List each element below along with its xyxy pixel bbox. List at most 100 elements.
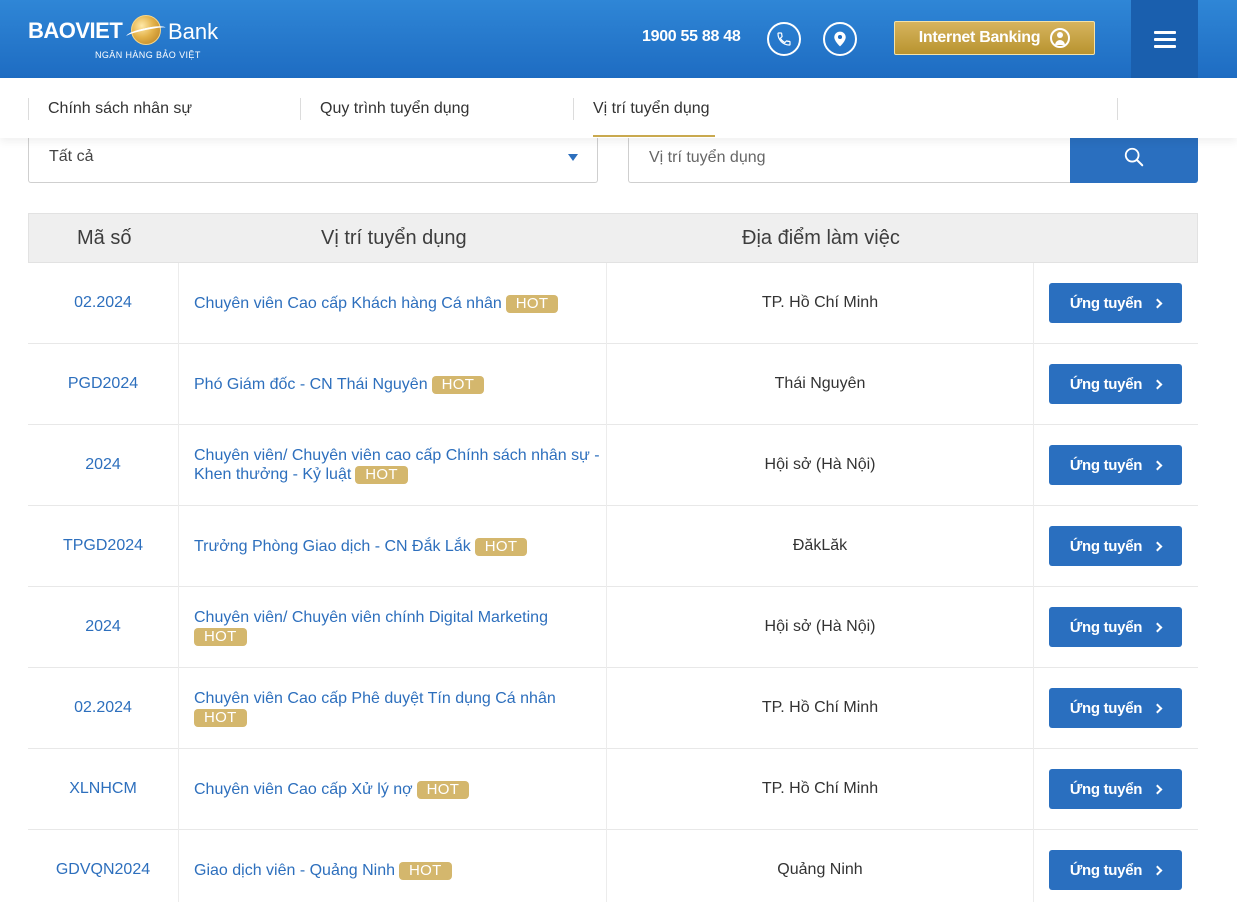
hot-badge: HOT — [416, 781, 470, 799]
location-pin-icon — [834, 31, 846, 47]
nav-divider — [573, 98, 574, 120]
category-select[interactable]: Tất cả — [28, 131, 598, 183]
position-code[interactable]: 02.2024 — [28, 294, 178, 312]
position-title-text: Chuyên viên Cao cấp Phê duyệt Tín dụng C… — [194, 690, 556, 707]
apply-button[interactable]: Ứng tuyển — [1049, 850, 1182, 890]
apply-button[interactable]: Ứng tuyển — [1049, 769, 1182, 809]
chevron-right-icon — [1152, 622, 1163, 633]
hotline-number[interactable]: 1900 55 88 48 — [642, 28, 741, 46]
menu-button[interactable] — [1131, 0, 1198, 78]
position-code[interactable]: 2024 — [28, 456, 178, 474]
column-header-code: Mã số — [77, 227, 132, 249]
hot-badge: HOT — [505, 295, 559, 313]
apply-button[interactable]: Ứng tuyển — [1049, 445, 1182, 485]
tab-recruitment-process[interactable]: Quy trình tuyển dụng — [320, 100, 469, 118]
position-code[interactable]: GDVQN2024 — [28, 861, 178, 879]
nav-divider — [28, 98, 29, 120]
column-divider — [178, 830, 179, 902]
site-header: BAOVIET Bank NGÂN HÀNG BẢO VIỆT 1900 55 … — [0, 0, 1237, 78]
category-select-value: Tất cả — [49, 148, 94, 165]
position-title-link[interactable]: Chuyên viên Cao cấp Xử lý nợ HOT — [194, 780, 604, 799]
active-tab-indicator — [593, 135, 715, 137]
apply-button[interactable]: Ứng tuyển — [1049, 526, 1182, 566]
apply-button-label: Ứng tuyển — [1069, 780, 1143, 798]
table-row: 02.2024 Chuyên viên Cao cấp Phê duyệt Tín… — [28, 668, 1198, 749]
apply-button[interactable]: Ứng tuyển — [1049, 364, 1182, 404]
search-input[interactable] — [649, 147, 1049, 169]
caret-down-icon — [568, 154, 578, 161]
position-code[interactable]: TPGD2024 — [28, 537, 178, 555]
work-location: Quảng Ninh — [777, 861, 863, 878]
apply-button-label: Ứng tuyển — [1069, 618, 1143, 636]
work-location: TP. Hồ Chí Minh — [761, 780, 879, 797]
chevron-right-icon — [1152, 298, 1163, 309]
hot-badge: HOT — [355, 466, 408, 484]
tab-open-positions[interactable]: Vị trí tuyển dụng — [593, 100, 710, 118]
position-title-text: Chuyên viên/ Chuyên viên chính Digital M… — [194, 609, 548, 626]
sub-navigation: Chính sách nhân sự Quy trình tuyển dụng … — [0, 78, 1237, 138]
positions-table: Mã số Vị trí tuyển dụng Địa điểm làm việ… — [28, 213, 1198, 902]
work-location: Thái Nguyên — [774, 375, 866, 392]
chevron-right-icon — [1152, 703, 1163, 714]
work-location: TP. Hồ Chí Minh — [761, 699, 879, 716]
search-button[interactable] — [1070, 131, 1198, 183]
phone-button[interactable] — [767, 22, 801, 56]
column-header-location: Địa điểm làm việc — [742, 227, 900, 249]
tab-hr-policy[interactable]: Chính sách nhân sự — [48, 100, 192, 118]
internet-banking-label: Internet Banking — [918, 29, 1041, 46]
apply-button-label: Ứng tuyển — [1069, 294, 1143, 312]
hot-badge: HOT — [194, 628, 247, 646]
chevron-right-icon — [1152, 865, 1163, 876]
position-title-link[interactable]: Chuyên viên Cao cấp Phê duyệt Tín dụng C… — [194, 689, 604, 727]
apply-button-label: Ứng tuyển — [1069, 537, 1143, 555]
nav-divider — [1117, 98, 1118, 120]
search-icon — [1124, 147, 1144, 167]
apply-button[interactable]: Ứng tuyển — [1049, 283, 1182, 323]
apply-button[interactable]: Ứng tuyển — [1049, 688, 1182, 728]
chevron-right-icon — [1152, 460, 1163, 471]
position-title-link[interactable]: Chuyên viên/ Chuyên viên chính Digital M… — [194, 608, 604, 646]
apply-button-label: Ứng tuyển — [1069, 699, 1143, 717]
position-title-link[interactable]: Phó Giám đốc - CN Thái Nguyên HOT — [194, 375, 604, 394]
table-row: XLNHCM Chuyên viên Cao cấp Xử lý nợ HOT TP.… — [28, 749, 1198, 830]
column-divider — [178, 749, 179, 830]
nav-divider — [300, 98, 301, 120]
hot-badge: HOT — [399, 862, 452, 880]
table-row: TPGD2024 Trưởng Phòng Giao dịch - CN Đắk … — [28, 506, 1198, 587]
apply-button-label: Ứng tuyển — [1069, 375, 1143, 393]
hamburger-icon — [1153, 31, 1176, 48]
column-divider — [178, 668, 179, 749]
table-row: 2024 Chuyên viên/ Chuyên viên chính Digit… — [28, 587, 1198, 668]
hot-badge: HOT — [194, 709, 247, 727]
position-title-link[interactable]: Trưởng Phòng Giao dịch - CN Đắk Lắk HOT — [194, 537, 604, 556]
search-field — [628, 131, 1071, 183]
user-icon — [1050, 28, 1071, 48]
brand-logo[interactable]: BAOVIET Bank NGÂN HÀNG BẢO VIỆT — [28, 14, 228, 64]
position-code[interactable]: 02.2024 — [28, 699, 178, 717]
position-title-text: Giao dịch viên - Quảng Ninh — [194, 862, 395, 879]
position-code[interactable]: PGD2024 — [28, 375, 178, 393]
phone-icon — [777, 32, 791, 46]
location-button[interactable] — [823, 22, 857, 56]
column-divider — [178, 425, 179, 506]
chevron-right-icon — [1152, 541, 1163, 552]
position-title-link[interactable]: Chuyên viên Cao cấp Khách hàng Cá nhân HO… — [194, 294, 604, 313]
internet-banking-button[interactable]: Internet Banking — [894, 21, 1095, 55]
apply-button[interactable]: Ứng tuyển — [1049, 607, 1182, 647]
position-code[interactable]: XLNHCM — [28, 780, 178, 798]
position-title-link[interactable]: Chuyên viên/ Chuyên viên cao cấp Chính s… — [194, 446, 604, 484]
column-header-position: Vị trí tuyển dụng — [321, 227, 467, 249]
chevron-right-icon — [1152, 379, 1163, 390]
table-row: PGD2024 Phó Giám đốc - CN Thái Nguyên HOT T… — [28, 344, 1198, 425]
hot-badge: HOT — [431, 376, 485, 394]
position-code[interactable]: 2024 — [28, 618, 178, 636]
work-location: Hội sở (Hà Nội) — [764, 456, 876, 473]
position-title-link[interactable]: Giao dịch viên - Quảng Ninh HOT — [194, 861, 604, 880]
hot-badge: HOT — [474, 538, 528, 556]
column-divider — [178, 587, 179, 668]
position-title-text: Khen thưởng - Kỷ luật — [194, 466, 352, 483]
position-title-text: Chuyên viên Cao cấp Xử lý nợ — [194, 781, 413, 798]
column-divider — [178, 344, 179, 425]
position-title-text: Trưởng Phòng Giao dịch - CN Đắk Lắk — [194, 538, 471, 555]
globe-icon — [131, 15, 161, 45]
